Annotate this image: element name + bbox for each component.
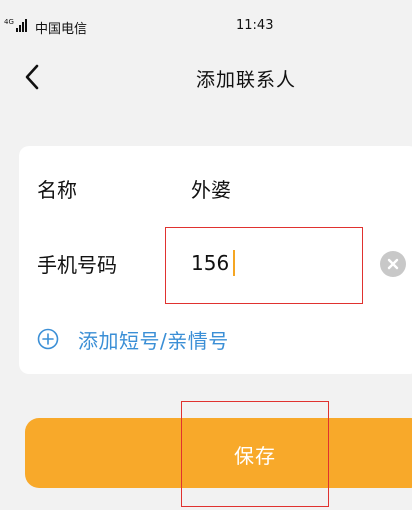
save-label: 保存 (234, 444, 276, 468)
signal-icon: 4G (4, 19, 27, 32)
phone-row: 手机号码 (19, 232, 412, 292)
name-value[interactable]: 外婆 (191, 174, 231, 203)
status-time: 11:43 (236, 18, 274, 33)
page-title: 添加联系人 (196, 69, 297, 91)
name-row: 名称 外婆 (19, 168, 412, 228)
clear-circle-icon[interactable] (380, 251, 406, 277)
phone-input[interactable] (187, 245, 371, 281)
save-button[interactable]: 保存 (25, 418, 412, 488)
phone-label: 手机号码 (37, 253, 117, 277)
status-bar: 4G 中国电信 11:43 (0, 0, 412, 40)
text-caret (233, 250, 235, 276)
carrier-name: 中国电信 (35, 22, 88, 37)
network-type: 4G (4, 18, 14, 26)
add-short-number-label: 添加短号/亲情号 (78, 328, 229, 353)
add-short-number-link[interactable]: 添加短号/亲情号 (37, 324, 229, 354)
nav-header: 添加联系人 (0, 55, 412, 99)
plus-circle-icon (37, 328, 59, 350)
contact-form-card: 名称 外婆 手机号码 添加短号/亲情号 (19, 146, 412, 374)
chevron-left-icon[interactable] (21, 62, 43, 92)
name-label: 名称 (37, 178, 77, 202)
